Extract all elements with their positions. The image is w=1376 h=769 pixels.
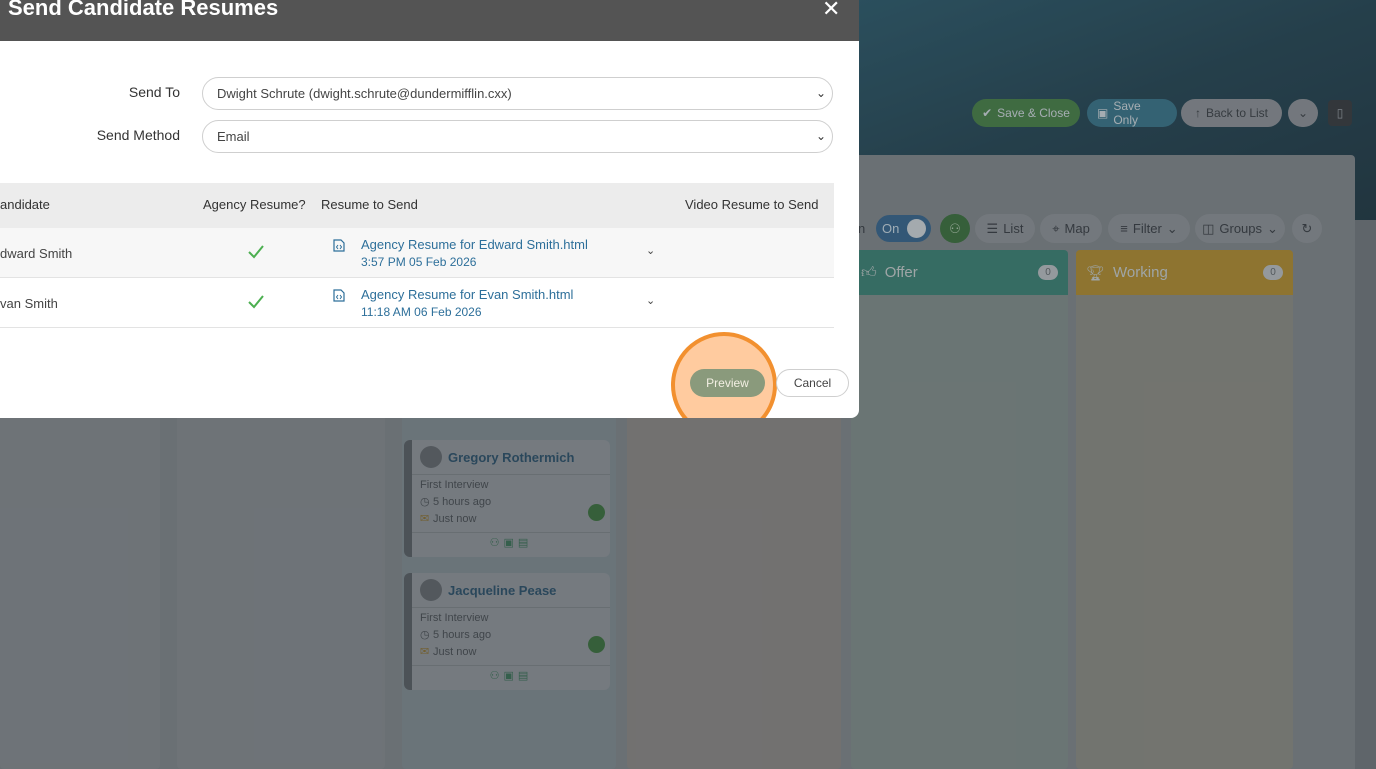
candidate-name: dward Smith bbox=[0, 246, 73, 261]
column-header-resume-to-send: Resume to Send bbox=[321, 197, 418, 212]
table-header: andidate Agency Resume? Resume to Send V… bbox=[0, 183, 834, 228]
resume-date: 3:57 PM 05 Feb 2026 bbox=[361, 255, 477, 269]
send-method-select[interactable]: Email ⌄ bbox=[202, 120, 833, 153]
chevron-down-icon[interactable]: ⌄ bbox=[646, 294, 655, 307]
dialog-title: Send Candidate Resumes bbox=[8, 0, 279, 20]
chevron-down-icon: ⌄ bbox=[815, 129, 826, 143]
table-row: van Smith Agency Resume for Evan Smith.h… bbox=[0, 278, 834, 328]
table-row: dward Smith Agency Resume for Edward Smi… bbox=[0, 228, 834, 278]
column-header-candidate: andidate bbox=[0, 197, 50, 212]
cancel-button[interactable]: Cancel bbox=[776, 369, 849, 397]
resume-link[interactable]: Agency Resume for Edward Smith.html bbox=[361, 237, 588, 252]
dialog-header: Send Candidate Resumes ✕ bbox=[0, 0, 859, 41]
chevron-down-icon: ⌄ bbox=[815, 86, 826, 100]
column-header-agency-resume: Agency Resume? bbox=[203, 197, 306, 212]
file-code-icon bbox=[333, 289, 345, 302]
resume-link[interactable]: Agency Resume for Evan Smith.html bbox=[361, 287, 573, 302]
close-icon[interactable]: ✕ bbox=[822, 0, 840, 22]
chevron-down-icon[interactable]: ⌄ bbox=[646, 244, 655, 257]
send-to-select[interactable]: Dwight Schrute (dwight.schrute@dundermif… bbox=[202, 77, 833, 110]
candidate-name: van Smith bbox=[0, 296, 58, 311]
checkmark-icon bbox=[248, 295, 264, 309]
preview-button[interactable]: Preview bbox=[690, 369, 765, 397]
resume-date: 11:18 AM 06 Feb 2026 bbox=[361, 305, 482, 319]
send-method-label: Send Method bbox=[96, 127, 180, 143]
file-code-icon bbox=[333, 239, 345, 252]
column-header-video-resume: Video Resume to Send bbox=[685, 197, 819, 212]
send-to-label: Send To bbox=[128, 84, 180, 100]
send-resumes-dialog: Send Candidate Resumes ✕ Send To Dwight … bbox=[0, 0, 859, 418]
checkmark-icon bbox=[248, 245, 264, 259]
